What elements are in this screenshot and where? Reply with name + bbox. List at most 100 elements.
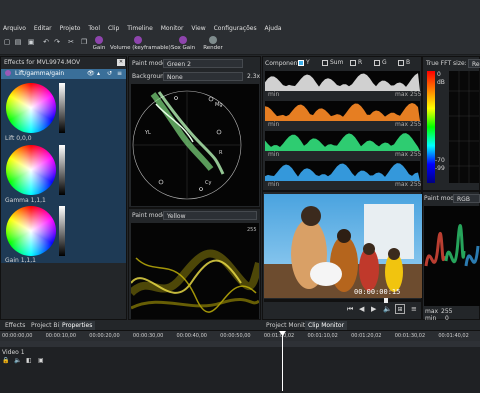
ruler-tick-label: 00:01:30,02 bbox=[394, 333, 426, 339]
effects-panel-title: Effects for MVL9974.MOV bbox=[4, 59, 81, 66]
undo-icon[interactable]: ↶ bbox=[42, 38, 50, 46]
tab-clip-monitor[interactable]: Clip Monitor bbox=[305, 321, 348, 330]
copy-icon[interactable]: ❐ bbox=[80, 38, 88, 46]
zoom-fit-icon[interactable]: ⊞ bbox=[395, 304, 405, 314]
ruler-tick-label: 00:01:20,02 bbox=[351, 333, 382, 339]
timeline-ruler[interactable]: 00:00:00,00 00:00:10,00 00:00:20,00 00:00:3… bbox=[0, 331, 480, 341]
tab-properties[interactable]: Properties bbox=[59, 321, 96, 330]
menu-icon[interactable]: ≡ bbox=[117, 70, 122, 77]
checkbox-b[interactable] bbox=[398, 60, 404, 66]
sox-gain-effect-icon bbox=[179, 36, 187, 44]
gamma-luma-slider[interactable] bbox=[59, 145, 65, 195]
histogram-max-value-0: 255 bbox=[410, 91, 422, 98]
histogram-max-label-2: max bbox=[395, 151, 409, 158]
lift-label: Lift 0,0,0 bbox=[5, 135, 32, 142]
vectorscope-display: Mg R YL Cy bbox=[131, 84, 259, 206]
lift-luma-slider[interactable] bbox=[59, 83, 65, 133]
gain-label: Gain 1,1,1 bbox=[5, 257, 36, 264]
open-folder-icon[interactable]: ▤ bbox=[14, 38, 22, 46]
background-select[interactable]: None bbox=[163, 72, 243, 81]
ruler-tick-label: 00:00:20,00 bbox=[89, 333, 120, 339]
waveform-display: 255 bbox=[131, 223, 259, 319]
gain-button[interactable]: Gain bbox=[92, 36, 106, 51]
rgb-min-value: 0 bbox=[445, 315, 449, 322]
histogram-curve bbox=[265, 163, 420, 181]
fft-color-scale bbox=[427, 71, 435, 183]
checkbox-g[interactable] bbox=[374, 60, 380, 66]
histogram-max-label-1: max bbox=[395, 121, 409, 128]
timeline-panel: 00:00:00,00 00:00:10,00 00:00:20,00 00:00:3… bbox=[0, 330, 480, 393]
checkbox-b-label: B bbox=[406, 59, 411, 66]
component-toggles: Y Sum R G B bbox=[298, 59, 420, 69]
fft-window-select[interactable]: Rect bbox=[468, 59, 480, 68]
paint-mode-label: Paint mode bbox=[132, 60, 166, 67]
histogram-svg bbox=[265, 71, 420, 181]
rgb-parade-display bbox=[424, 206, 480, 306]
sox-gain-button[interactable]: Sox Gain bbox=[170, 36, 196, 51]
gain-luma-slider[interactable] bbox=[59, 206, 65, 256]
svg-text:Cy: Cy bbox=[205, 180, 211, 186]
close-panel-icon[interactable]: ✕ bbox=[117, 59, 125, 66]
checkbox-y[interactable] bbox=[298, 60, 304, 66]
zoom-level: 2.3x bbox=[247, 73, 261, 80]
monitor-menu-icon[interactable]: ≡ bbox=[411, 305, 417, 313]
video-frame: 00:00:00:15 bbox=[264, 194, 422, 298]
playhead[interactable] bbox=[282, 331, 283, 391]
track-target-icon[interactable]: ▣ bbox=[38, 357, 44, 364]
visibility-icon[interactable]: 👁 bbox=[87, 70, 95, 77]
cut-icon[interactable]: ✂ bbox=[67, 38, 75, 46]
svg-text:YL: YL bbox=[144, 130, 151, 136]
monitor-scrubber[interactable] bbox=[264, 298, 422, 303]
histogram-max-label-3: max bbox=[395, 181, 409, 188]
collapse-icon[interactable]: ▴ bbox=[97, 70, 100, 77]
checkbox-g-label: G bbox=[382, 59, 387, 66]
fft-panel: True FFT size: Rect 0 dB -70 -99 bbox=[422, 56, 480, 191]
fft-db-label: dB bbox=[437, 79, 445, 86]
save-icon[interactable]: ▣ bbox=[27, 38, 35, 46]
checkbox-r[interactable] bbox=[350, 60, 356, 66]
histogram-min-label-2: min bbox=[268, 151, 280, 158]
rgb-paint-mode-select[interactable]: RGB bbox=[453, 194, 480, 203]
gamma-color-wheel[interactable] bbox=[6, 145, 56, 195]
play-icon[interactable]: ▶ bbox=[371, 305, 376, 313]
fft-size-label: True FFT size: bbox=[426, 60, 467, 67]
svg-text:R: R bbox=[219, 150, 223, 156]
rgb-max-label: max bbox=[425, 308, 439, 315]
histogram-max-value-2: 255 bbox=[410, 151, 422, 158]
effects-panel: Effects for MVL9974.MOV ✕ Lift/gamma/gai… bbox=[0, 56, 127, 320]
ruler-tick-label: 00:00:40,00 bbox=[176, 333, 207, 339]
track-lock-icon[interactable]: 🔒 bbox=[2, 357, 9, 364]
redo-icon[interactable]: ↷ bbox=[53, 38, 61, 46]
timeline-zone bbox=[0, 341, 480, 347]
ruler-tick-label: 00:01:00,02 bbox=[263, 333, 295, 339]
waveform-paint-mode-select[interactable]: Yellow bbox=[163, 211, 257, 220]
fft-db-bottom: -99 bbox=[435, 165, 445, 172]
effect-header[interactable]: Lift/gamma/gain 👁 ▴ ↺ ≡ bbox=[1, 69, 126, 79]
gain-effect-icon bbox=[95, 36, 103, 44]
histogram-max-label-0: max bbox=[395, 91, 409, 98]
new-document-icon[interactable]: ▢ bbox=[3, 38, 11, 46]
volume-keyframable-button[interactable]: Volume (keyframable) bbox=[110, 36, 171, 51]
track-mute-icon[interactable]: 🔈 bbox=[14, 357, 21, 364]
lift-color-wheel[interactable] bbox=[6, 83, 56, 133]
tab-effects[interactable]: Effects bbox=[2, 321, 28, 330]
render-icon bbox=[209, 36, 217, 44]
render-button[interactable]: Render bbox=[203, 36, 223, 51]
ruler-tick-label: 00:00:50,00 bbox=[220, 333, 251, 339]
track-hide-icon[interactable]: ◧ bbox=[26, 357, 32, 364]
rewind-icon[interactable]: ⏮ bbox=[347, 305, 353, 314]
monitor-panel: 00:00:00:15 ⏮ ◀ ▶ 🔈 ⊞ ≡ bbox=[262, 191, 422, 320]
waveform-paint-mode-label: Paint mode bbox=[132, 212, 166, 219]
vectorscope-paint-mode-select[interactable]: Green 2 bbox=[163, 59, 243, 68]
ruler-tick-label: 00:01:10,02 bbox=[307, 333, 338, 339]
main-toolbar: ▢ ▤ ▣ ↶ ↷ ✂ ❐ Gain Volume (keyframable) … bbox=[0, 34, 480, 55]
reset-icon[interactable]: ↺ bbox=[107, 70, 112, 77]
vectorscope-panel: Paint mode Green 2 Background None 2.3x … bbox=[128, 56, 261, 208]
scrubber-handle[interactable] bbox=[384, 298, 388, 303]
volume-icon[interactable]: 🔈 bbox=[383, 305, 392, 313]
fft-db-top: 0 bbox=[437, 71, 441, 78]
step-back-icon[interactable]: ◀ bbox=[359, 305, 364, 313]
gamma-label: Gamma 1,1,1 bbox=[5, 197, 46, 204]
checkbox-sum[interactable] bbox=[322, 60, 328, 66]
gain-color-wheel[interactable] bbox=[6, 206, 56, 256]
